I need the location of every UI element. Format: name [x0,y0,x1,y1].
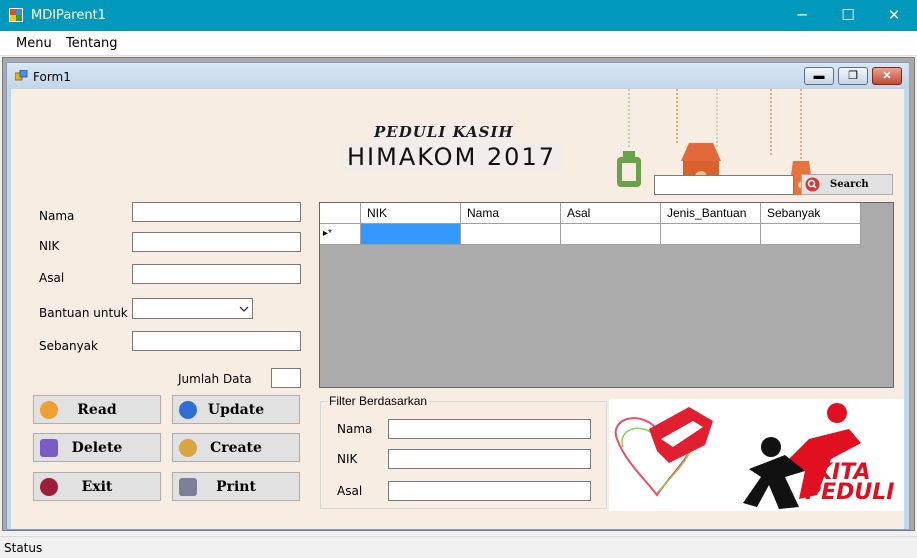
header-title-line1: PEDULI KASIH [374,123,514,141]
asal-label: Asal [39,271,65,285]
column-header-sebanyak[interactable]: Sebanyak [761,203,861,224]
close-button[interactable]: ✕ [871,0,917,31]
filter-nik-label: NIK [337,452,358,466]
logo-text-line2: PEDULI [805,480,895,505]
create-button[interactable]: Create [172,433,300,462]
chevron-down-icon [239,306,249,312]
menu-bar: Menu Tentang [0,31,917,56]
delete-label: Delete [71,440,123,456]
child-title: Form1 [33,70,71,84]
column-header-nama[interactable]: Nama [461,203,561,224]
column-header-nik[interactable]: NIK [361,203,461,224]
sebanyak-input[interactable] [132,331,301,351]
search-icon [805,177,820,192]
cell-asal[interactable] [561,224,661,245]
create-label: Create [210,440,262,456]
window-title: MDIParent1 [31,8,106,23]
cell-sebanyak[interactable] [761,224,861,245]
minimize-button[interactable]: ─ [779,0,825,31]
app-icon [9,8,23,22]
search-label: Search [830,179,869,190]
delete-button[interactable]: Delete [33,433,161,462]
search-button[interactable]: Search [801,174,893,195]
child-restore-button[interactable]: ❐ [838,67,868,85]
filter-nama-input[interactable] [388,419,591,439]
form-icon [15,70,28,81]
cell-nama[interactable] [461,224,561,245]
child-form: Form1 ▬ ❐ ✕ PEDULI KASIH HIMAKOM 2017 Se… [6,62,910,530]
column-header-jenis-bantuan[interactable]: Jenis_Bantuan [661,203,761,224]
menu-item-menu[interactable]: Menu [16,36,52,51]
child-minimize-button[interactable]: ▬ [804,67,834,85]
nama-input[interactable] [132,202,301,222]
grid-corner-header [320,203,361,224]
maximize-button[interactable]: ☐ [825,0,871,31]
filter-asal-input[interactable] [388,481,591,501]
filter-groupbox: Filter Berdasarkan Nama NIK Asal [320,394,607,509]
jumlah-input[interactable] [271,368,301,388]
data-grid[interactable]: NIK Nama Asal Jenis_Bantuan Sebanyak ▸* [319,202,894,388]
form-client: PEDULI KASIH HIMAKOM 2017 Search Nama NI… [11,89,904,529]
filter-asal-label: Asal [337,484,363,498]
sebanyak-label: Sebanyak [39,339,98,353]
menu-item-tentang[interactable]: Tentang [66,36,118,51]
child-close-button[interactable]: ✕ [872,67,902,85]
title-bar[interactable]: MDIParent1 ─ ☐ ✕ [0,0,917,31]
bantuan-select[interactable] [132,298,253,319]
filter-legend: Filter Berdasarkan [327,394,430,408]
update-button[interactable]: Update [172,395,300,424]
filter-nama-label: Nama [337,422,373,436]
status-text: Status [4,541,43,555]
search-input[interactable] [654,175,794,195]
exit-label: Exit [81,479,113,495]
update-label: Update [207,402,265,418]
kita-peduli-logo: KITA PEDULI [609,399,904,511]
filter-nik-input[interactable] [388,449,591,469]
exit-button[interactable]: Exit [33,472,161,501]
nik-input[interactable] [132,232,301,252]
cell-jenis-bantuan[interactable] [661,224,761,245]
child-title-bar[interactable]: Form1 ▬ ❐ ✕ [7,63,909,89]
bantuan-label: Bantuan untuk [39,306,128,320]
jumlah-label: Jumlah Data [178,372,252,386]
read-button[interactable]: Read [33,395,161,424]
row-header-new[interactable]: ▸* [320,224,361,245]
nama-label: Nama [39,209,75,223]
header-title-line2: HIMAKOM 2017 [341,143,562,171]
status-bar: Status [0,536,917,558]
print-button[interactable]: Print [172,472,300,501]
column-header-asal[interactable]: Asal [561,203,661,224]
nik-label: NIK [39,239,60,253]
cell-nik[interactable] [361,224,461,245]
print-label: Print [216,479,256,495]
read-label: Read [77,402,117,418]
asal-input[interactable] [132,264,301,284]
